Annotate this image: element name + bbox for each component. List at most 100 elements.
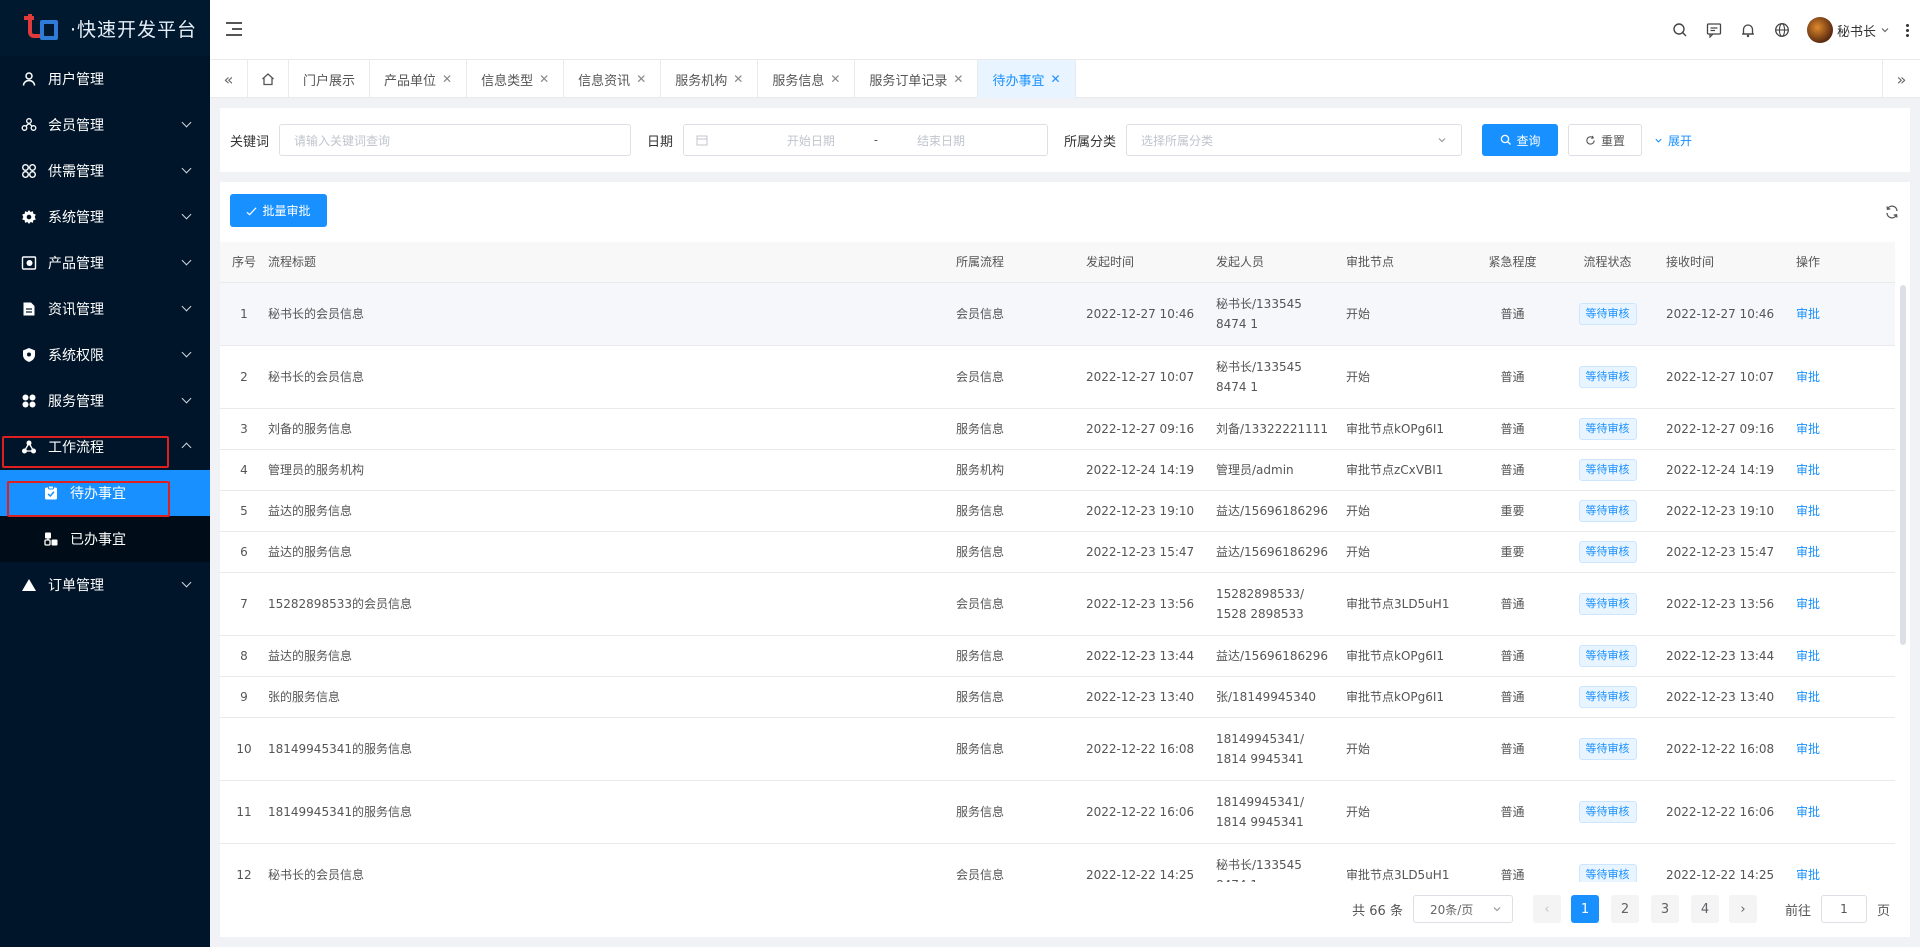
sidebar-subitem-1[interactable]: 已办事宜 xyxy=(0,516,210,562)
category-select[interactable]: 选择所属分类 xyxy=(1126,124,1463,156)
close-icon[interactable]: ✕ xyxy=(1051,72,1061,86)
tab-2[interactable]: 信息类型 ✕ xyxy=(467,60,565,98)
tab-6[interactable]: 服务订单记录 ✕ xyxy=(855,60,979,98)
approve-link[interactable]: 审批 xyxy=(1796,307,1820,321)
tab-7[interactable]: 待办事宜 ✕ xyxy=(978,60,1076,98)
cell-title: 益达的服务信息 xyxy=(268,503,353,518)
cell-start: 2022-12-22 14:25 xyxy=(1086,867,1195,882)
close-icon[interactable]: ✕ xyxy=(830,72,840,86)
tab-home[interactable] xyxy=(248,60,289,98)
table-row[interactable]: 2 秘书长的会员信息 会员信息 2022-12-27 10:07 秘书长/1335458… xyxy=(220,345,1895,409)
search-icon[interactable] xyxy=(1671,21,1689,39)
page-button[interactable]: 4 xyxy=(1690,895,1719,923)
cell-start: 2022-12-23 15:47 xyxy=(1086,544,1195,559)
tab-4[interactable]: 服务机构 ✕ xyxy=(661,60,759,98)
table-scrollbar[interactable] xyxy=(1900,285,1906,645)
sidebar-item-label: 订单管理 xyxy=(48,578,104,594)
close-icon[interactable]: ✕ xyxy=(442,72,452,86)
table-row[interactable]: 6 益达的服务信息 服务信息 2022-12-23 15:47 益达/156961862… xyxy=(220,531,1895,573)
sidebar-item-5[interactable]: 资讯管理 xyxy=(0,286,210,332)
table-row[interactable]: 8 益达的服务信息 服务信息 2022-12-23 13:44 益达/156961862… xyxy=(220,635,1895,677)
close-icon[interactable]: ✕ xyxy=(733,72,743,86)
cell-urgency: 重要 xyxy=(1500,544,1525,559)
table-row[interactable]: 12 秘书长的会员信息 会员信息 2022-12-22 14:25 秘书长/133545… xyxy=(220,843,1895,882)
approve-link[interactable]: 审批 xyxy=(1796,868,1820,882)
page-size-select[interactable]: 20条/页 xyxy=(1412,895,1513,923)
goto-page-input[interactable]: 1 xyxy=(1820,895,1867,923)
approve-link[interactable]: 审批 xyxy=(1796,422,1820,436)
cell-start: 2022-12-27 10:46 xyxy=(1086,306,1195,321)
close-icon[interactable]: ✕ xyxy=(953,72,963,86)
cell-urgency: 普通 xyxy=(1500,369,1525,384)
table-row[interactable]: 10 18149945341的服务信息 服务信息 2022-12-22 16:08 18… xyxy=(220,717,1895,781)
status-badge: 等待审核 xyxy=(1578,458,1637,481)
next-page-button[interactable]: › xyxy=(1728,895,1757,923)
sidebar-item-label: 资讯管理 xyxy=(48,302,104,318)
cell-node: 审批节点kOPg6I1 xyxy=(1346,689,1445,704)
cell-initiator: 管理员/admin xyxy=(1216,462,1294,477)
date-range-picker[interactable]: 开始日期 - 结束日期 xyxy=(683,124,1049,156)
sidebar-item-3[interactable]: 系统管理 xyxy=(0,194,210,240)
user-menu[interactable]: 秘书长 xyxy=(1806,17,1890,43)
sidebar-item-0[interactable]: 用户管理 xyxy=(0,56,210,102)
approve-link[interactable]: 审批 xyxy=(1796,805,1820,819)
reset-button[interactable]: 重置 xyxy=(1568,124,1643,156)
end-date-input[interactable]: 结束日期 xyxy=(917,132,965,149)
keyword-input[interactable]: 请输入关键词查询 xyxy=(279,124,632,156)
tab-1[interactable]: 产品单位 ✕ xyxy=(370,60,468,98)
approve-link[interactable]: 审批 xyxy=(1796,504,1820,518)
approve-link[interactable]: 审批 xyxy=(1796,545,1820,559)
approve-link[interactable]: 审批 xyxy=(1796,690,1820,704)
sidebar-subitem-0[interactable]: 待办事宜 xyxy=(0,470,210,516)
refresh-icon[interactable] xyxy=(1884,204,1900,220)
tab-3[interactable]: 信息资讯 ✕ xyxy=(564,60,662,98)
table-row[interactable]: 5 益达的服务信息 服务信息 2022-12-23 19:10 益达/156961862… xyxy=(220,490,1895,532)
sidebar-item-7[interactable]: 服务管理 xyxy=(0,378,210,424)
sidebar-item-4[interactable]: 产品管理 xyxy=(0,240,210,286)
table-row[interactable]: 9 张的服务信息 服务信息 2022-12-23 13:40 张/18149945340… xyxy=(220,676,1895,718)
table-row[interactable]: 1 秘书长的会员信息 会员信息 2022-12-27 10:46 秘书长/1335458… xyxy=(220,282,1895,346)
document-icon xyxy=(20,300,38,318)
table-row[interactable]: 11 18149945341的服务信息 服务信息 2022-12-22 16:06 18… xyxy=(220,780,1895,844)
sidebar-item-1[interactable]: 会员管理 xyxy=(0,102,210,148)
table-row[interactable]: 7 15282898533的会员信息 会员信息 2022-12-23 13:56 152… xyxy=(220,572,1895,636)
approve-link[interactable]: 审批 xyxy=(1796,742,1820,756)
query-button[interactable]: 查询 xyxy=(1482,124,1559,156)
approve-link[interactable]: 审批 xyxy=(1796,463,1820,477)
approve-link[interactable]: 审批 xyxy=(1796,370,1820,384)
expand-link[interactable]: 展开 xyxy=(1654,132,1692,149)
message-icon[interactable] xyxy=(1705,21,1723,39)
sidebar-item-9[interactable]: 订单管理 xyxy=(0,562,210,608)
close-icon[interactable]: ✕ xyxy=(636,72,646,86)
approve-link[interactable]: 审批 xyxy=(1796,649,1820,663)
cell-initiator: 秘书长/1335458474 1 xyxy=(1216,857,1302,883)
sidebar-item-8[interactable]: 工作流程 xyxy=(0,424,210,470)
more-icon[interactable] xyxy=(1906,23,1910,37)
approve-link[interactable]: 审批 xyxy=(1796,597,1820,611)
prev-page-button[interactable]: ‹ xyxy=(1532,895,1561,923)
page-button[interactable]: 1 xyxy=(1570,895,1599,923)
table-row[interactable]: 4 管理员的服务机构 服务机构 2022-12-24 14:19 管理员/admin 审批… xyxy=(220,449,1895,491)
cell-no: 1 xyxy=(240,306,248,321)
tab-0[interactable]: 门户展示 xyxy=(289,60,371,98)
table-row[interactable]: 3 刘备的服务信息 服务信息 2022-12-27 09:16 刘备/133222211… xyxy=(220,408,1895,450)
cell-no: 7 xyxy=(240,596,248,611)
close-icon[interactable]: ✕ xyxy=(539,72,549,86)
batch-approve-button[interactable]: 批量审批 xyxy=(230,194,327,227)
globe-icon[interactable] xyxy=(1773,21,1791,39)
page-button[interactable]: 2 xyxy=(1610,895,1639,923)
todo-icon xyxy=(42,484,60,502)
tab-5[interactable]: 服务信息 ✕ xyxy=(758,60,856,98)
menu-toggle-icon[interactable] xyxy=(226,22,242,36)
bell-icon[interactable] xyxy=(1739,21,1757,39)
start-date-input[interactable]: 开始日期 xyxy=(787,132,835,149)
tabs-scroll-left-icon[interactable]: « xyxy=(210,60,248,98)
logo[interactable]: ·快速开发平台 xyxy=(0,0,210,56)
chevron-down-icon xyxy=(181,163,192,174)
cell-initiator: 刘备/13322221111 xyxy=(1216,421,1329,436)
sidebar-item-2[interactable]: 供需管理 xyxy=(0,148,210,194)
sidebar-item-6[interactable]: 系统权限 xyxy=(0,332,210,378)
reset-button-label: 重置 xyxy=(1601,133,1626,148)
page-button[interactable]: 3 xyxy=(1650,895,1679,923)
tabs-scroll-right-icon[interactable]: » xyxy=(1882,60,1920,98)
